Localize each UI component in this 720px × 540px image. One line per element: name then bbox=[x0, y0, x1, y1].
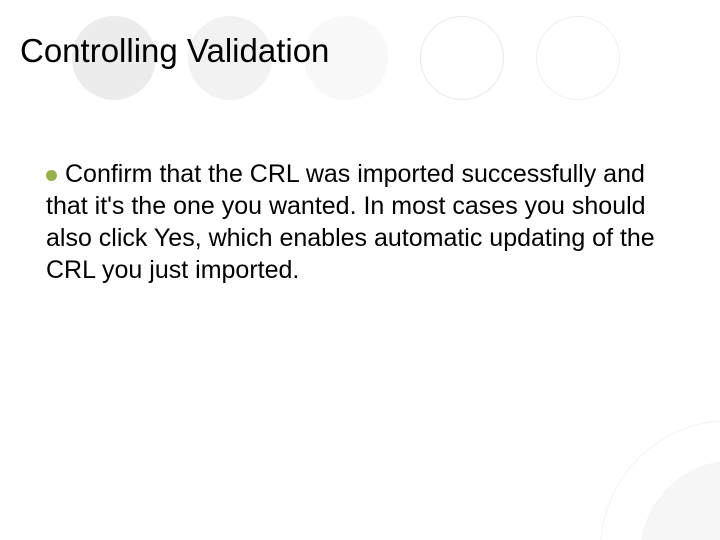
slide-body: Confirm that the CRL was imported succes… bbox=[46, 158, 660, 286]
bullet-icon bbox=[46, 170, 57, 181]
bg-circle-outline bbox=[420, 16, 504, 100]
corner-circle-outline bbox=[600, 420, 720, 540]
body-text: Confirm that the CRL was imported succes… bbox=[46, 160, 655, 284]
corner-circle-filled bbox=[640, 460, 720, 540]
slide-title: Controlling Validation bbox=[20, 32, 329, 70]
corner-decoration bbox=[560, 380, 720, 540]
bg-circle-outline bbox=[536, 16, 620, 100]
